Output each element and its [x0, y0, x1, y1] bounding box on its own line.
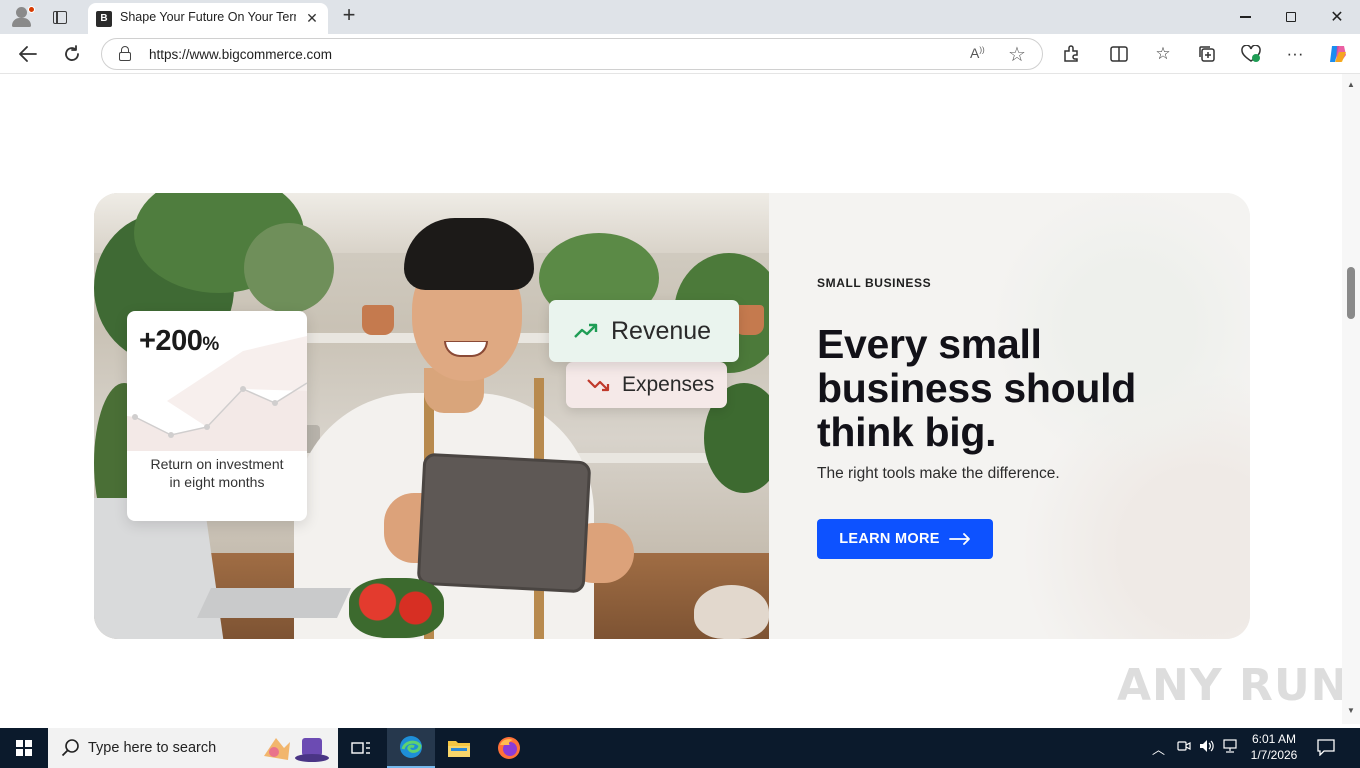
trend-down-icon [587, 379, 610, 392]
search-highlight-art-icon [264, 738, 329, 762]
copilot-icon[interactable] [1325, 42, 1351, 66]
close-window-button[interactable]: ✕ [1314, 2, 1360, 32]
more-options-icon[interactable]: ··· [1282, 42, 1308, 66]
hero-photo: +200% Return on investment in eight mont… [94, 193, 769, 639]
task-view-button[interactable] [337, 728, 385, 768]
split-screen-icon[interactable] [1106, 42, 1132, 66]
search-icon [61, 739, 79, 757]
scroll-down-arrow-icon[interactable]: ▼ [1347, 706, 1355, 715]
lock-icon[interactable] [119, 46, 131, 61]
start-button[interactable] [0, 728, 48, 768]
maximize-button[interactable] [1268, 2, 1314, 32]
expenses-label: Expenses [622, 373, 715, 396]
tab-actions-icon[interactable] [46, 5, 74, 29]
favorite-star-icon[interactable]: ☆ [1008, 42, 1026, 67]
tab-title: Shape Your Future On Your Terms [120, 10, 296, 24]
new-tab-button[interactable]: + [338, 4, 360, 28]
hero-headline: Every small business should think big. [817, 321, 1136, 455]
scroll-thumb[interactable] [1347, 267, 1355, 319]
revenue-label: Revenue [611, 316, 712, 345]
reload-button[interactable] [57, 40, 87, 68]
firefox-icon [498, 737, 520, 759]
extensions-icon[interactable] [1058, 42, 1084, 66]
windows-logo-icon [16, 740, 32, 756]
back-button[interactable] [13, 40, 43, 68]
read-aloud-icon[interactable]: A)) [970, 45, 985, 61]
learn-more-button[interactable]: LEARN MORE [817, 519, 993, 559]
meet-now-icon[interactable] [1177, 739, 1191, 756]
red-flowers [349, 578, 444, 638]
favorites-icon[interactable]: ☆ [1150, 42, 1176, 66]
browser-essentials-icon[interactable] [1238, 42, 1264, 66]
expenses-badge: Expenses [566, 362, 727, 408]
tablet-device [416, 452, 592, 594]
windows-taskbar: Type here to search ︿ 6:01 AM 1/7/2026 [0, 728, 1360, 768]
revenue-badge: Revenue [549, 300, 739, 362]
roi-stat-card: +200% Return on investment in eight mont… [127, 311, 307, 521]
collections-icon[interactable] [1194, 42, 1220, 66]
task-view-icon [351, 742, 370, 754]
taskbar-edge[interactable] [387, 728, 435, 768]
notifications-icon[interactable] [1316, 738, 1338, 758]
search-placeholder[interactable]: Type here to search [88, 740, 216, 756]
trend-up-icon [574, 323, 598, 338]
hero-copy: SMALL BUSINESS Every small business shou… [769, 193, 1250, 639]
roi-caption: Return on investment in eight months [150, 456, 284, 490]
page-scrollbar[interactable]: ▲ ▼ [1342, 74, 1360, 724]
eyebrow-label: SMALL BUSINESS [817, 276, 932, 290]
system-clock[interactable]: 6:01 AM 1/7/2026 [1244, 731, 1304, 763]
hero-banner: +200% Return on investment in eight mont… [94, 193, 1250, 639]
clock-time: 6:01 AM [1251, 732, 1297, 746]
url-text[interactable]: https://www.bigcommerce.com [149, 47, 332, 62]
page-viewport: +200% Return on investment in eight mont… [3, 74, 1342, 724]
active-tab[interactable]: B Shape Your Future On Your Terms ✕ [88, 3, 328, 34]
hero-subtext: The right tools make the difference. [817, 465, 1060, 482]
volume-icon[interactable] [1199, 739, 1215, 756]
taskbar-file-explorer[interactable] [435, 728, 483, 768]
bigcommerce-favicon-icon: B [96, 11, 112, 27]
tab-strip: B Shape Your Future On Your Terms ✕ + ✕ [0, 0, 1360, 34]
edge-icon [400, 736, 422, 758]
minimize-button[interactable] [1222, 2, 1268, 32]
tray-overflow-chevron-icon[interactable]: ︿ [1152, 739, 1165, 758]
anyrun-watermark: ANY RUN [1117, 660, 1349, 711]
arrow-right-icon [948, 533, 970, 545]
profile-icon[interactable] [8, 5, 36, 29]
browser-toolbar: https://www.bigcommerce.com A)) ☆ ☆ ··· [0, 34, 1360, 74]
taskbar-search[interactable]: Type here to search [48, 728, 338, 768]
roi-value: +200% [139, 325, 219, 357]
folder-icon [448, 741, 470, 757]
tab-close-icon[interactable]: ✕ [302, 8, 322, 28]
network-icon[interactable] [1222, 739, 1238, 756]
address-bar[interactable]: https://www.bigcommerce.com A)) ☆ [101, 38, 1043, 70]
taskbar-firefox[interactable] [485, 728, 533, 768]
clock-date: 1/7/2026 [1250, 748, 1298, 762]
scroll-up-arrow-icon[interactable]: ▲ [1347, 80, 1355, 89]
